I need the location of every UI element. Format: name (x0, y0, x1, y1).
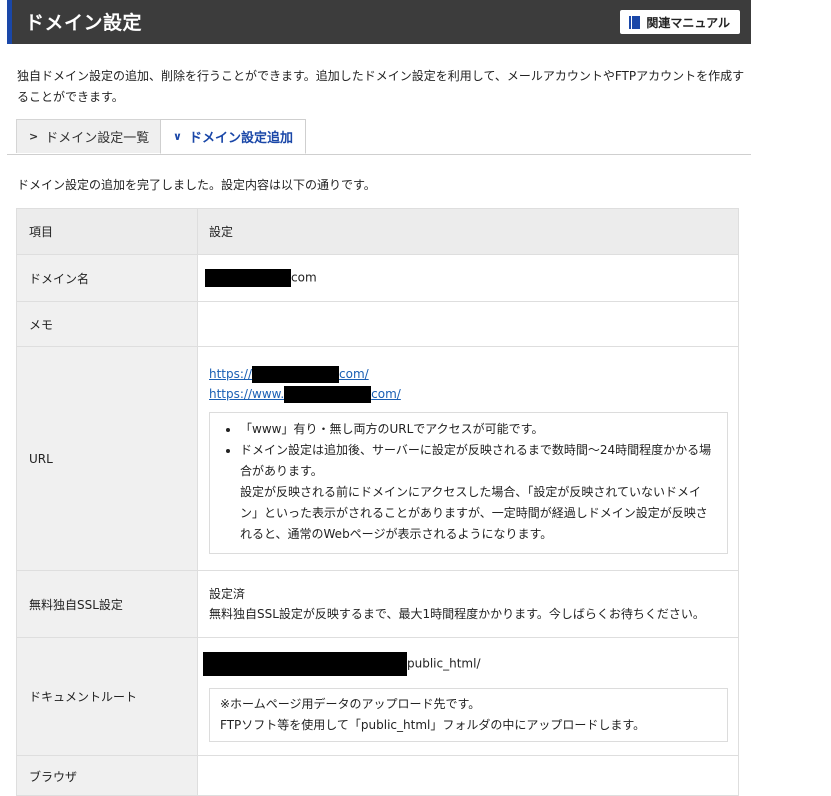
docroot-label: ドキュメントルート (16, 637, 198, 756)
redacted-block (252, 365, 340, 383)
table-header-row: 項目 設定 (16, 208, 739, 255)
table-row-url: URL https://com/ https://www.com/ 「www」有… (16, 346, 739, 571)
url-note-item: 「www」有り・無し両方のURLでアクセスが可能です。 (240, 419, 713, 440)
url-value: https://com/ https://www.com/ 「www」有り・無し… (197, 346, 739, 571)
url-note-detail: 設定が反映される前にドメインにアクセスした場合、「設定が反映されていないドメイン… (240, 484, 708, 541)
table-row-browser: ブラウザ (16, 755, 739, 796)
docroot-note: FTPソフト等を使用して「public_html」フォルダの中にアップロードしま… (220, 717, 646, 732)
page-description: 独自ドメイン設定の追加、削除を行うことができます。追加したドメイン設定を利用して… (17, 69, 745, 104)
page-title: ドメイン設定 (25, 12, 143, 34)
completion-message: ドメイン設定の追加を完了しました。設定内容は以下の通りです。 (17, 178, 376, 192)
ssl-status: 設定済 (209, 587, 246, 601)
domain-label: ドメイン名 (16, 254, 198, 302)
docroot-suffix: public_html/ (407, 656, 481, 670)
url-label: URL (16, 346, 198, 571)
tab-label: ドメイン設定一覧 (45, 131, 150, 146)
table-row-memo: メモ (16, 301, 739, 347)
redacted-block (205, 269, 291, 287)
tab-bar: > ドメイン設定一覧 ∨ ドメイン設定追加 (7, 119, 751, 155)
docroot-note-box: ※ホームページ用データのアップロード先です。 FTPソフト等を使用して「publ… (209, 687, 728, 742)
chevron-down-icon: ∨ (173, 130, 182, 143)
ssl-label: 無料独自SSL設定 (16, 570, 198, 638)
url-note-box: 「www」有り・無し両方のURLでアクセスが可能です。 ドメイン設定は追加後、サ… (209, 411, 728, 554)
tab-domain-list[interactable]: > ドメイン設定一覧 (16, 119, 162, 153)
memo-label: メモ (16, 301, 198, 347)
ssl-value: 設定済 無料独自SSL設定が反映するまで、最大1時間程度かかります。今しばらくお… (197, 570, 739, 638)
url-link-www[interactable]: https://www. com/ (209, 385, 401, 403)
browser-label: ブラウザ (16, 755, 198, 796)
header-setting: 設定 (197, 208, 739, 255)
docroot-value: public_html/ ※ホームページ用データのアップロード先です。 FTPソ… (197, 637, 739, 756)
domain-suffix: com (291, 270, 317, 285)
header-item: 項目 (16, 208, 198, 255)
tab-label: ドメイン設定追加 (188, 131, 293, 146)
domain-value: com (197, 254, 739, 302)
table-row-domain: ドメイン名 com (16, 254, 739, 302)
url-note-item: ドメイン設定は追加後、サーバーに設定が反映されるまで数時間〜24時間程度かかる場… (240, 440, 713, 545)
redacted-block (203, 651, 407, 676)
memo-value (197, 301, 739, 347)
ssl-note: 無料独自SSL設定が反映するまで、最大1時間程度かかります。今しばらくお待ちくだ… (209, 607, 705, 621)
settings-table: 項目 設定 ドメイン名 com メモ URL https://com/ http… (16, 208, 739, 796)
tab-domain-add[interactable]: ∨ ドメイン設定追加 (160, 119, 306, 154)
related-manual-button[interactable]: 関連マニュアル (620, 10, 740, 34)
related-manual-label: 関連マニュアル (646, 15, 730, 30)
chevron-right-icon: > (29, 130, 39, 143)
redacted-block (284, 385, 372, 403)
url-link-bare[interactable]: https://com/ (209, 365, 369, 383)
table-row-ssl: 無料独自SSL設定 設定済 無料独自SSL設定が反映するまで、最大1時間程度かか… (16, 570, 739, 638)
book-icon (629, 15, 641, 29)
docroot-note: ※ホームページ用データのアップロード先です。 (220, 696, 481, 711)
browser-value (197, 755, 739, 796)
page-header: ドメイン設定 関連マニュアル (7, 0, 751, 44)
table-row-docroot: ドキュメントルート public_html/ ※ホームページ用データのアップロー… (16, 637, 739, 756)
